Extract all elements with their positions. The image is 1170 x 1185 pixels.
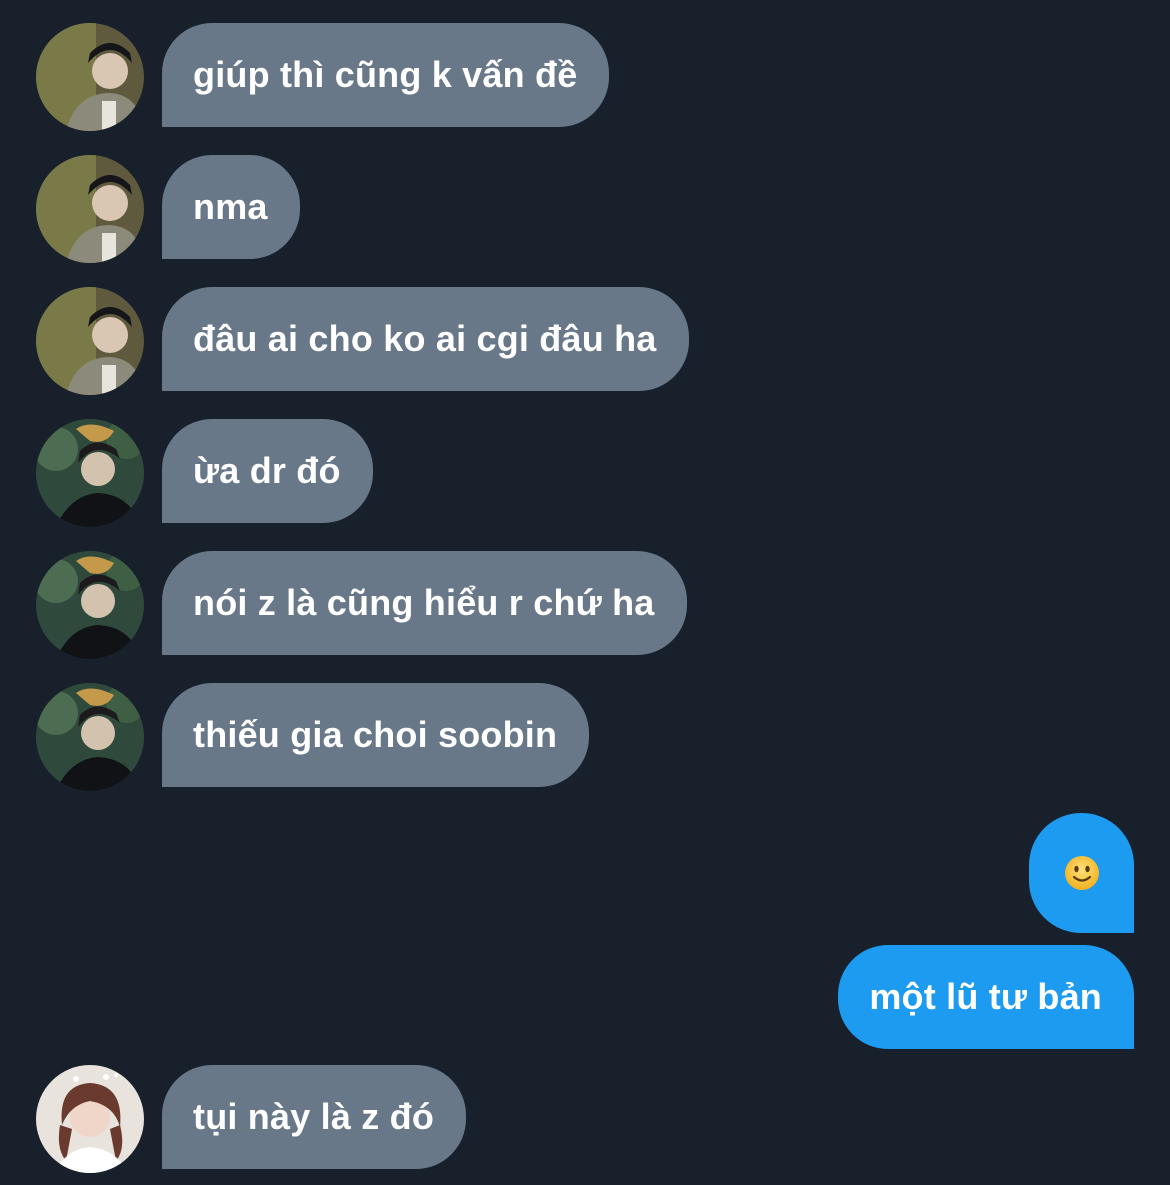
message-row: ừa dr đó: [0, 419, 1170, 527]
incoming-message-bubble[interactable]: đâu ai cho ko ai cgi đâu ha: [162, 287, 689, 391]
incoming-message-bubble[interactable]: nma: [162, 155, 300, 259]
user-avatar[interactable]: [36, 683, 144, 791]
message-row: một lũ tư bản: [0, 945, 1170, 1051]
user-avatar[interactable]: [36, 551, 144, 659]
incoming-message-bubble[interactable]: thiếu gia choi soobin: [162, 683, 590, 787]
outgoing-message-bubble[interactable]: một lũ tư bản: [838, 945, 1134, 1049]
incoming-message-bubble[interactable]: tụi này là z đó: [162, 1065, 467, 1169]
message-row: nói z là cũng hiểu r chứ ha: [0, 551, 1170, 659]
incoming-message-bubble[interactable]: giúp thì cũng k vấn đề: [162, 23, 610, 127]
message-row: nma: [0, 155, 1170, 263]
message-row: giúp thì cũng k vấn đề: [0, 23, 1170, 131]
user-avatar[interactable]: [36, 287, 144, 395]
user-avatar[interactable]: [36, 155, 144, 263]
user-avatar[interactable]: [36, 1065, 144, 1173]
outgoing-emoji-bubble[interactable]: [1029, 813, 1134, 933]
user-avatar[interactable]: [36, 419, 144, 527]
user-avatar[interactable]: [36, 23, 144, 131]
message-row: tụi này là z đó: [0, 1065, 1170, 1173]
message-row: đâu ai cho ko ai cgi đâu ha: [0, 287, 1170, 395]
incoming-message-bubble[interactable]: ừa dr đó: [162, 419, 373, 523]
message-row: thiếu gia choi soobin: [0, 683, 1170, 791]
slightly-smiling-face-icon: [1064, 856, 1099, 890]
incoming-message-bubble[interactable]: nói z là cũng hiểu r chứ ha: [162, 551, 687, 655]
